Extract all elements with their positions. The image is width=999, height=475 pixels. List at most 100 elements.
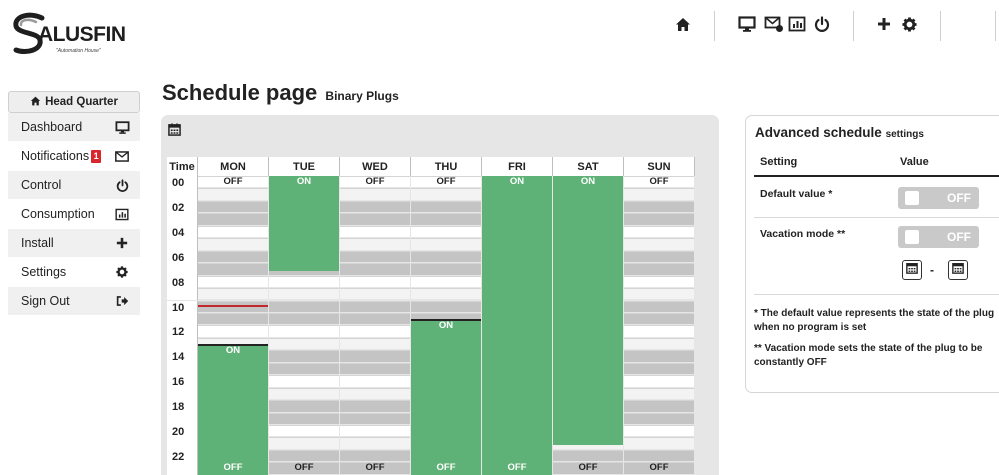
on-period-fri[interactable] [482, 176, 552, 475]
schedule-slot[interactable] [411, 238, 481, 250]
schedule-slot[interactable] [269, 400, 339, 412]
schedule-slot[interactable] [340, 400, 410, 412]
schedule-slot[interactable] [340, 350, 410, 362]
sidebar-item-install[interactable]: Install [8, 229, 140, 258]
schedule-slot[interactable] [624, 449, 694, 462]
schedule-slot[interactable] [340, 412, 410, 424]
sidebar-item-control[interactable]: Control [8, 171, 140, 200]
schedule-slot[interactable] [624, 387, 694, 400]
schedule-slot[interactable] [269, 337, 339, 350]
schedule-slot[interactable] [340, 263, 410, 275]
schedule-slot[interactable] [198, 263, 268, 275]
schedule-slot[interactable] [340, 238, 410, 250]
schedule-slot[interactable] [624, 375, 694, 387]
monitor-icon[interactable] [736, 13, 758, 35]
calendar-icon[interactable] [168, 123, 181, 141]
schedule-slot[interactable] [624, 400, 694, 412]
schedule-slot[interactable] [198, 238, 268, 250]
schedule-slot[interactable] [624, 312, 694, 325]
schedule-slot[interactable] [624, 275, 694, 288]
schedule-slot[interactable] [340, 437, 410, 449]
mail-settings-icon[interactable] [763, 13, 785, 35]
schedule-slot[interactable] [340, 312, 410, 325]
schedule-slot[interactable] [198, 275, 268, 288]
schedule-slot[interactable] [411, 275, 481, 288]
schedule-slot[interactable] [269, 387, 339, 400]
schedule-slot[interactable] [198, 312, 268, 325]
vacation-mode-toggle[interactable]: OFF [898, 226, 979, 248]
schedule-slot[interactable] [411, 288, 481, 300]
schedule-slot[interactable] [340, 188, 410, 200]
on-period-tue[interactable] [269, 176, 339, 271]
schedule-slot[interactable] [198, 200, 268, 213]
schedule-slot[interactable] [340, 449, 410, 462]
chart-icon[interactable] [786, 13, 808, 35]
schedule-slot[interactable] [411, 225, 481, 238]
schedule-slot[interactable] [624, 188, 694, 200]
schedule-slot[interactable] [624, 425, 694, 437]
schedule-slot[interactable] [624, 200, 694, 213]
schedule-slot[interactable] [340, 250, 410, 263]
on-period-mon[interactable] [198, 345, 268, 475]
sidebar-item-consumption[interactable]: Consumption [8, 200, 140, 229]
schedule-slot[interactable] [269, 288, 339, 300]
schedule-slot[interactable] [269, 425, 339, 437]
schedule-slot[interactable] [624, 362, 694, 375]
schedule-slot[interactable] [340, 213, 410, 225]
schedule-slot[interactable] [340, 300, 410, 312]
schedule-slot[interactable] [411, 213, 481, 225]
schedule-slot[interactable] [269, 437, 339, 449]
sidebar-item-sign-out[interactable]: Sign Out [8, 287, 140, 316]
schedule-slot[interactable] [624, 213, 694, 225]
default-value-toggle[interactable]: OFF [898, 187, 979, 209]
schedule-slot[interactable] [340, 337, 410, 350]
schedule-slot[interactable] [340, 275, 410, 288]
schedule-slot[interactable] [198, 288, 268, 300]
schedule-slot[interactable] [340, 200, 410, 213]
schedule-slot[interactable] [624, 412, 694, 424]
schedule-slot[interactable] [624, 288, 694, 300]
schedule-slot[interactable] [198, 213, 268, 225]
schedule-slot[interactable] [340, 225, 410, 238]
home-icon[interactable] [672, 13, 694, 35]
schedule-slot[interactable] [624, 325, 694, 337]
vacation-end-date-button[interactable] [948, 260, 968, 280]
schedule-slot[interactable] [340, 362, 410, 375]
schedule-slot[interactable] [340, 425, 410, 437]
schedule-slot[interactable] [411, 250, 481, 263]
on-period-thu[interactable] [411, 320, 481, 475]
schedule-slot[interactable] [624, 337, 694, 350]
schedule-slot[interactable] [624, 225, 694, 238]
schedule-slot[interactable] [269, 412, 339, 424]
schedule-slot[interactable] [269, 375, 339, 387]
schedule-slot[interactable] [553, 449, 623, 462]
sidebar-item-notifications[interactable]: Notifications 1 [8, 142, 140, 171]
schedule-slot[interactable] [198, 188, 268, 200]
schedule-slot[interactable] [269, 350, 339, 362]
schedule-slot[interactable] [269, 325, 339, 337]
schedule-slot[interactable] [269, 449, 339, 462]
schedule-slot[interactable] [624, 238, 694, 250]
schedule-slot[interactable] [624, 437, 694, 449]
schedule-slot[interactable] [269, 362, 339, 375]
schedule-slot[interactable] [411, 263, 481, 275]
plus-icon[interactable] [873, 13, 895, 35]
schedule-slot[interactable] [624, 250, 694, 263]
schedule-slot[interactable] [624, 300, 694, 312]
schedule-slot[interactable] [269, 275, 339, 288]
schedule-slot[interactable] [269, 312, 339, 325]
schedule-slot[interactable] [624, 263, 694, 275]
schedule-slot[interactable] [340, 288, 410, 300]
on-period-sat[interactable] [553, 176, 623, 445]
schedule-slot[interactable] [411, 200, 481, 213]
schedule-slot[interactable] [411, 188, 481, 200]
schedule-slot[interactable] [198, 225, 268, 238]
schedule-slot[interactable] [340, 325, 410, 337]
schedule-slot[interactable] [269, 300, 339, 312]
power-icon[interactable] [811, 13, 833, 35]
sidebar-item-settings[interactable]: Settings [8, 258, 140, 287]
schedule-slot[interactable] [340, 375, 410, 387]
schedule-slot[interactable] [340, 387, 410, 400]
schedule-slot[interactable] [624, 350, 694, 362]
gear-icon[interactable] [898, 13, 920, 35]
